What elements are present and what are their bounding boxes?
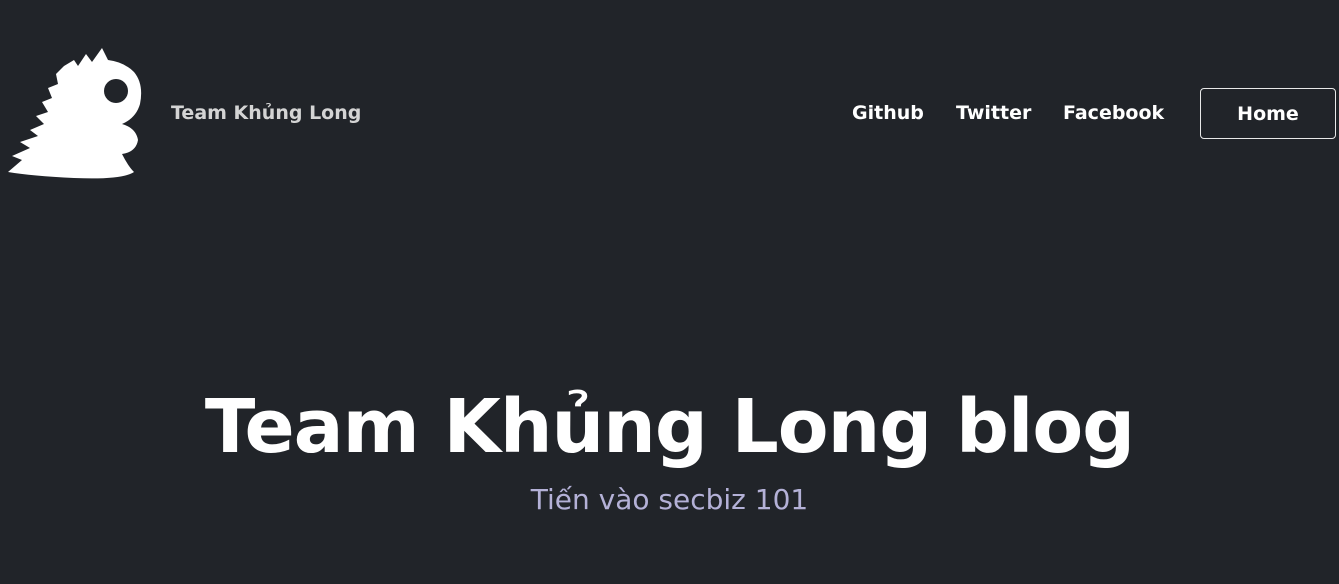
- hero-subtitle: Tiến vào secbiz 101: [530, 483, 809, 516]
- home-button[interactable]: Home: [1200, 88, 1336, 139]
- nav-link-twitter[interactable]: Twitter: [956, 102, 1031, 124]
- hero-title: Team Khủng Long blog: [204, 384, 1135, 470]
- site-header: Team Khủng Long Github Twitter Facebook …: [0, 0, 1339, 230]
- nav-link-facebook[interactable]: Facebook: [1063, 102, 1164, 124]
- dinosaur-logo-icon[interactable]: [4, 44, 144, 180]
- brand-name-link[interactable]: Team Khủng Long: [171, 102, 361, 124]
- nav-link-github[interactable]: Github: [852, 102, 924, 124]
